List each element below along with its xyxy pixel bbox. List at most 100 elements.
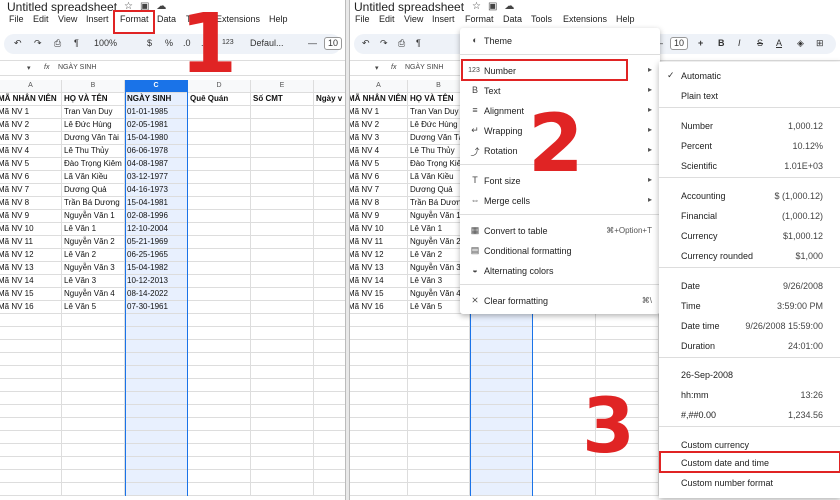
grid-cell[interactable]	[596, 483, 659, 496]
menu-file[interactable]: File	[355, 14, 370, 24]
font-size-increase[interactable]: +	[698, 38, 703, 48]
grid-cell[interactable]	[0, 444, 62, 457]
number-format-duration[interactable]: Duration 24:01:00	[659, 337, 840, 355]
grid-cell[interactable]	[408, 431, 470, 444]
grid-cell[interactable]	[350, 366, 408, 379]
grid-cell[interactable]: Mã NV 6	[0, 171, 62, 184]
grid-cell[interactable]	[314, 340, 345, 353]
grid-cell[interactable]	[350, 483, 408, 496]
menu-tools[interactable]: Tools	[531, 14, 552, 24]
grid-cell[interactable]	[0, 327, 62, 340]
grid-cell[interactable]	[314, 236, 345, 249]
grid-cell[interactable]	[596, 314, 659, 327]
grid-cell[interactable]: Trần Bá Dương	[62, 197, 125, 210]
grid-cell[interactable]	[314, 392, 345, 405]
grid-cell[interactable]	[251, 379, 314, 392]
grid-cell[interactable]	[188, 392, 251, 405]
grid-cell[interactable]	[314, 184, 345, 197]
grid-cell[interactable]	[62, 470, 125, 483]
menu-data[interactable]: Data	[503, 14, 522, 24]
grid-cell[interactable]	[533, 314, 596, 327]
header-cell[interactable]: HỌ VÀ TÊN	[62, 93, 125, 106]
grid-cell[interactable]	[188, 444, 251, 457]
grid-cell[interactable]: Mã NV 14	[350, 275, 408, 288]
grid-cell[interactable]	[408, 379, 470, 392]
number-format-hh-mm[interactable]: hh:mm 13:26	[659, 386, 840, 404]
grid-cell[interactable]	[533, 327, 596, 340]
grid-cell[interactable]: Nguyễn Văn 3	[62, 262, 125, 275]
grid-cell[interactable]: Mã NV 12	[350, 249, 408, 262]
grid-cell[interactable]	[188, 262, 251, 275]
grid-cell[interactable]	[188, 106, 251, 119]
grid-cell[interactable]	[314, 262, 345, 275]
grid-cell[interactable]	[188, 288, 251, 301]
grid-cell[interactable]: Mã NV 14	[0, 275, 62, 288]
grid-cell[interactable]: Mã NV 10	[0, 223, 62, 236]
grid-cell[interactable]: Mã NV 7	[0, 184, 62, 197]
grid-cell[interactable]	[251, 197, 314, 210]
grid-cell[interactable]	[251, 223, 314, 236]
grid-cell[interactable]	[251, 171, 314, 184]
grid-cell[interactable]	[314, 457, 345, 470]
menu-edit[interactable]: Edit	[33, 14, 49, 24]
grid-cell[interactable]	[0, 483, 62, 496]
grid-cell[interactable]: Dương Văn Tài	[62, 132, 125, 145]
grid-cell[interactable]	[408, 392, 470, 405]
grid-cell[interactable]: Mã NV 5	[350, 158, 408, 171]
grid-cell[interactable]	[62, 366, 125, 379]
grid-cell[interactable]	[314, 288, 345, 301]
grid-cell[interactable]	[408, 366, 470, 379]
print-icon[interactable]: ⎙	[54, 38, 61, 49]
column-header[interactable]: B	[62, 80, 125, 93]
header-cell[interactable]: Số CMT	[251, 93, 314, 106]
grid-cell[interactable]	[0, 314, 62, 327]
grid-cell[interactable]	[188, 327, 251, 340]
number-format-currency-rounded[interactable]: Currency rounded $1,000	[659, 247, 840, 265]
grid-cell[interactable]: Nguyễn Văn 2	[62, 236, 125, 249]
grid-cell[interactable]	[533, 340, 596, 353]
font-select[interactable]: Defaul...	[250, 38, 284, 48]
borders-icon[interactable]: ⊞	[816, 38, 824, 49]
header-cell[interactable]: MÃ NHÂN VIÊN	[0, 93, 62, 106]
format-menu-item-convert-to-table[interactable]: ▦ Convert to table ⌘+Option+T	[460, 222, 660, 240]
grid-cell[interactable]	[350, 379, 408, 392]
grid-cell[interactable]	[533, 483, 596, 496]
grid-cell[interactable]	[314, 314, 345, 327]
move-folder-icon[interactable]: ▣	[488, 1, 497, 12]
grid-cell[interactable]	[188, 275, 251, 288]
format-menu-item-merge-cells[interactable]: ⇔ Merge cells ▸	[460, 192, 660, 210]
grid-cell[interactable]	[314, 210, 345, 223]
grid-cell[interactable]: Lê Văn 2	[62, 249, 125, 262]
grid-cell[interactable]	[314, 470, 345, 483]
grid-cell[interactable]	[251, 470, 314, 483]
grid-cell[interactable]	[251, 301, 314, 314]
header-cell[interactable]: MÃ NHÂN VIÊN	[350, 93, 408, 106]
paint-format-icon[interactable]: ¶	[74, 38, 79, 48]
grid-cell[interactable]	[251, 314, 314, 327]
grid-cell[interactable]	[408, 418, 470, 431]
grid-cell[interactable]	[0, 353, 62, 366]
grid-cell[interactable]	[314, 171, 345, 184]
grid-cell[interactable]: Mã NV 16	[0, 301, 62, 314]
print-icon[interactable]: ⎙	[398, 38, 405, 49]
grid-cell[interactable]	[0, 418, 62, 431]
redo-icon[interactable]: ↷	[380, 38, 388, 49]
grid-cell[interactable]	[0, 470, 62, 483]
grid-cell[interactable]	[408, 327, 470, 340]
cloud-icon[interactable]: ☁	[156, 1, 166, 12]
grid-cell[interactable]	[596, 470, 659, 483]
grid-cell[interactable]	[314, 353, 345, 366]
grid-cell[interactable]	[0, 457, 62, 470]
column-header[interactable]: A	[0, 80, 62, 93]
grid-cell[interactable]	[188, 210, 251, 223]
grid-cell[interactable]	[188, 431, 251, 444]
redo-icon[interactable]: ↷	[34, 38, 42, 49]
grid-cell[interactable]: Mã NV 9	[350, 210, 408, 223]
format-menu-item-clear-formatting[interactable]: ⨯ Clear formatting ⌘\	[460, 292, 660, 310]
grid-cell[interactable]	[251, 119, 314, 132]
number-format-time[interactable]: Time 3:59:00 PM	[659, 297, 840, 315]
grid-cell[interactable]	[314, 405, 345, 418]
grid-cell[interactable]	[188, 223, 251, 236]
grid-cell[interactable]: Nguyễn Văn 4	[62, 288, 125, 301]
formula-input[interactable]: NGÀY SINH	[58, 64, 96, 71]
